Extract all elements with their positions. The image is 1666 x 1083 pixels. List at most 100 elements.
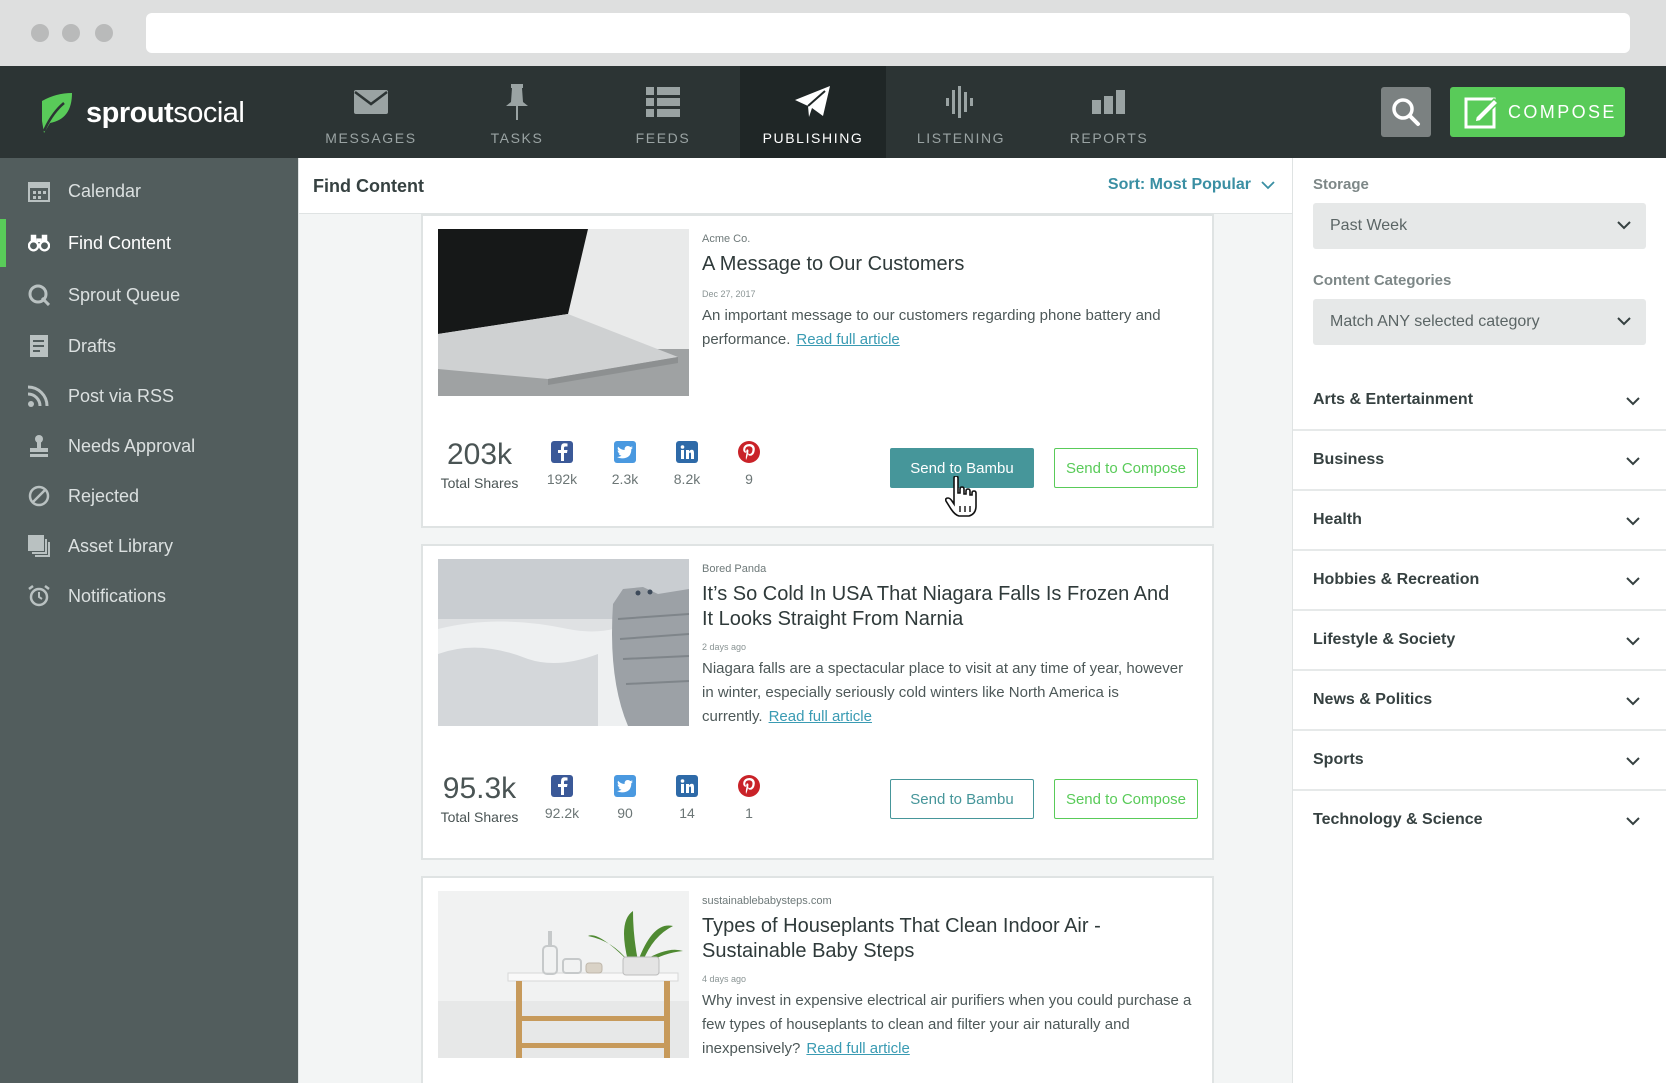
article-thumbnail-laptop[interactable] — [438, 229, 689, 396]
category-match-select[interactable]: Match ANY selected category — [1313, 299, 1646, 345]
article-title[interactable]: Types of Houseplants That Clean Indoor A… — [702, 914, 1172, 964]
twitter-shares: 2.3k — [602, 441, 648, 487]
window-maximize-dot[interactable] — [95, 24, 113, 42]
pinterest-shares: 1 — [726, 775, 772, 821]
list-icon — [646, 82, 680, 122]
nav-tab-tasks[interactable]: TASKS — [444, 66, 590, 158]
sidebar-item-rejected[interactable]: Rejected — [0, 472, 298, 520]
category-hobbies-recreation[interactable]: Hobbies & Recreation — [1293, 551, 1666, 611]
sidebar-item-sprout-queue[interactable]: Sprout Queue — [0, 271, 298, 319]
article-thumbnail-niagara[interactable] — [438, 559, 689, 726]
read-full-article-link[interactable]: Read full article — [806, 1040, 909, 1057]
nav-tab-feeds[interactable]: FEEDS — [590, 66, 736, 158]
nav-tab-label: MESSAGES — [325, 130, 417, 146]
sidebar-item-find-content[interactable]: Find Content — [0, 219, 298, 267]
compose-button[interactable]: COMPOSE — [1450, 87, 1625, 137]
nav-tab-reports[interactable]: REPORTS — [1036, 66, 1182, 158]
article-source: sustainablebabysteps.com — [702, 895, 832, 907]
total-shares: 203k Total Shares — [437, 439, 522, 492]
article-description: An important message to our customers re… — [702, 304, 1192, 352]
nav-tab-label: LISTENING — [916, 130, 1006, 146]
article-title[interactable]: It’s So Cold In USA That Niagara Falls I… — [702, 582, 1172, 632]
pencil-square-icon — [1464, 97, 1498, 129]
category-label: Lifestyle & Society — [1313, 631, 1456, 648]
article-source: Bored Panda — [702, 563, 767, 575]
article-source: Acme Co. — [702, 233, 751, 245]
pinterest-count: 9 — [745, 471, 753, 487]
total-shares-value: 95.3k — [442, 772, 517, 805]
main-content: Find Content Sort: Most Popular Acme Co.… — [298, 158, 1293, 1083]
category-technology-science[interactable]: Technology & Science — [1293, 791, 1666, 851]
read-full-article-link[interactable]: Read full article — [769, 708, 872, 725]
nav-tab-publishing[interactable]: PUBLISHING — [740, 66, 886, 158]
nav-tab-label: REPORTS — [1069, 130, 1149, 146]
sprout-leaf-icon — [42, 93, 72, 133]
linkedin-icon — [676, 441, 698, 463]
pinterest-icon — [738, 441, 760, 463]
twitter-count: 2.3k — [611, 471, 639, 487]
binoculars-icon — [28, 232, 50, 254]
sidebar-item-drafts[interactable]: Drafts — [0, 322, 298, 370]
sidebar-item-post-via-rss[interactable]: Post via RSS — [0, 372, 298, 420]
facebook-shares: 192k — [539, 441, 585, 487]
pin-icon — [504, 82, 530, 122]
sort-dropdown[interactable]: Sort: Most Popular — [1108, 176, 1275, 194]
facebook-count: 92.2k — [544, 805, 580, 821]
linkedin-count: 14 — [679, 805, 695, 821]
facebook-icon — [551, 775, 573, 797]
chevron-down-icon — [1626, 817, 1640, 826]
chevron-down-icon — [1626, 697, 1640, 706]
article-date: Dec 27, 2017 — [702, 289, 756, 299]
category-sports[interactable]: Sports — [1293, 731, 1666, 791]
category-arts-entertainment[interactable]: Arts & Entertainment — [1293, 371, 1666, 431]
article-thumbnail-houseplants[interactable] — [438, 891, 689, 1058]
sidebar-item-label: Notifications — [68, 585, 167, 606]
content-categories-label: Content Categories — [1313, 272, 1452, 289]
address-bar[interactable] — [146, 13, 1630, 53]
sidebar-item-calendar[interactable]: Calendar — [0, 167, 298, 215]
sidebar-item-label: Find Content — [68, 232, 172, 253]
category-business[interactable]: Business — [1293, 431, 1666, 491]
chevron-down-icon — [1626, 457, 1640, 466]
category-label: Business — [1313, 451, 1385, 468]
window-close-dot[interactable] — [31, 24, 49, 42]
sidebar-item-label: Post via RSS — [68, 385, 175, 406]
twitter-count: 90 — [617, 805, 633, 821]
article-title[interactable]: A Message to Our Customers — [702, 252, 1172, 277]
pinterest-icon — [738, 775, 760, 797]
search-button[interactable] — [1381, 87, 1431, 137]
article-date: 4 days ago — [702, 974, 747, 984]
send-to-compose-button[interactable]: Send to Compose — [1054, 448, 1198, 488]
category-lifestyle-society[interactable]: Lifestyle & Society — [1293, 611, 1666, 671]
logo-wordmark: sproutsocial — [86, 96, 245, 129]
chevron-down-icon — [1626, 577, 1640, 586]
sprout-logo[interactable]: sproutsocial — [38, 90, 245, 136]
facebook-shares: 92.2k — [539, 775, 585, 821]
send-to-compose-button[interactable]: Send to Compose — [1054, 779, 1198, 819]
content-card: sustainablebabysteps.com Types of Housep… — [421, 876, 1214, 1083]
sidebar-item-asset-library[interactable]: Asset Library — [0, 522, 298, 570]
window-minimize-dot[interactable] — [62, 24, 80, 42]
sidebar-item-notifications[interactable]: Notifications — [0, 572, 298, 620]
nav-tab-listening[interactable]: LISTENING — [888, 66, 1034, 158]
total-shares: 95.3k Total Shares — [437, 772, 522, 826]
read-full-article-link[interactable]: Read full article — [796, 331, 899, 348]
category-label: Technology & Science — [1313, 811, 1483, 828]
category-news-politics[interactable]: News & Politics — [1293, 671, 1666, 731]
page-title: Find Content — [313, 176, 424, 196]
sidebar-item-needs-approval[interactable]: Needs Approval — [0, 422, 298, 470]
total-shares-label: Total Shares — [440, 809, 519, 825]
document-icon — [28, 335, 50, 357]
category-health[interactable]: Health — [1293, 491, 1666, 551]
paper-plane-icon — [795, 82, 831, 122]
nav-tab-label: PUBLISHING — [762, 130, 864, 146]
article-description: Niagara falls are a spectacular place to… — [702, 657, 1192, 729]
storage-select[interactable]: Past Week — [1313, 203, 1646, 249]
linkedin-shares: 14 — [664, 775, 710, 821]
nav-tab-messages[interactable]: MESSAGES — [298, 66, 444, 158]
send-to-bambu-button[interactable]: Send to Bambu — [890, 779, 1034, 819]
category-label: Sports — [1313, 751, 1364, 768]
rss-icon — [28, 385, 50, 407]
chevron-down-icon — [1626, 757, 1640, 766]
total-shares-label: Total Shares — [440, 475, 519, 491]
